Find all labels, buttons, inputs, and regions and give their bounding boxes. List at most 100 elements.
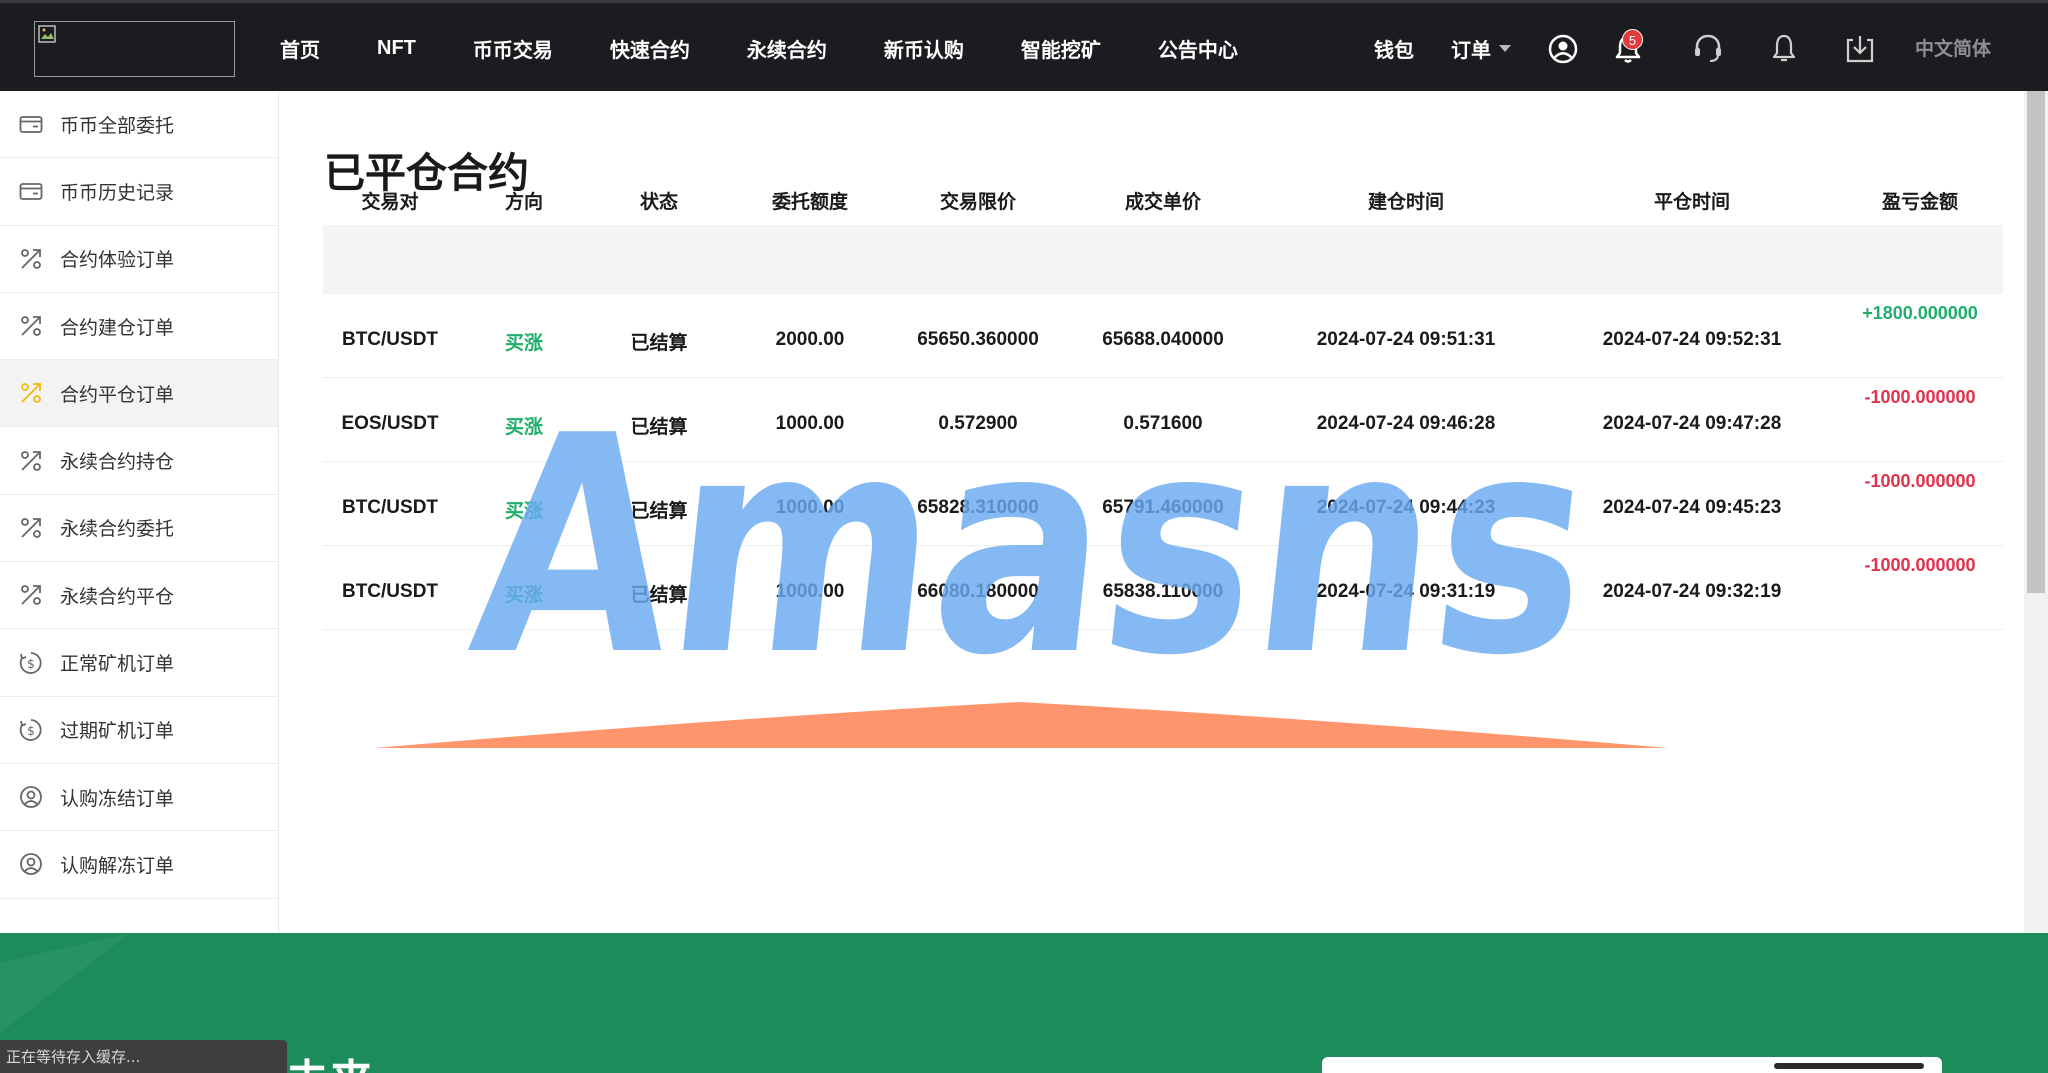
cell-status: 已结算 [630, 332, 688, 354]
percent-icon [21, 585, 41, 606]
sidebar-item-label: 合约体验订单 [60, 249, 175, 272]
sidebar-item-label: 合约建仓订单 [60, 316, 175, 339]
wallet-icon [19, 183, 43, 201]
cell-close-time: 2024-07-24 09:47:28 [1602, 413, 1782, 434]
status-text: 正在等待存入缓存... [6, 1048, 141, 1066]
sidebar-item-spot-history[interactable]: 币币历史记录 [0, 158, 278, 226]
sidebar-item-label: 合约平仓订单 [60, 383, 175, 406]
notification-count-badge: 5 [1622, 29, 1643, 50]
cell-status: 已结算 [630, 500, 688, 522]
svg-text:$: $ [27, 657, 35, 671]
cell-pair: BTC/USDT [341, 329, 439, 350]
nav-new-coin-subscription[interactable]: 新币认购 [884, 34, 964, 63]
customer-service-headset-icon[interactable] [1690, 31, 1726, 67]
dollar-cycle-icon: $ [19, 718, 42, 741]
cell-close-time: 2024-07-24 09:32:19 [1602, 581, 1782, 602]
cell-limit-price: 65650.360000 [917, 329, 1039, 350]
nav-announcements[interactable]: 公告中心 [1158, 34, 1238, 63]
sidebar-item-label: 永续合约平仓 [60, 585, 175, 608]
cell-close-time: 2024-07-24 09:45:23 [1602, 497, 1782, 518]
nav-quick-contract[interactable]: 快速合约 [610, 34, 690, 63]
main-nav: 首页 NFT 币币交易 快速合约 永续合约 新币认购 智能挖矿 公告中心 [280, 3, 1295, 94]
download-icon[interactable] [1842, 31, 1878, 67]
wallet-link[interactable]: 钱包 [1374, 3, 1414, 94]
column-header-limit-price: 交易限价 [939, 191, 1017, 213]
sidebar-item-label: 币币全部委托 [60, 114, 175, 137]
sidebar-item-subscription-unfrozen[interactable]: 认购解冻订单 [0, 831, 278, 899]
cell-limit-price: 66080.180000 [917, 581, 1039, 602]
cell-status: 已结算 [630, 584, 688, 606]
percent-icon [21, 383, 41, 404]
chevron-down-icon [1499, 45, 1511, 52]
sidebar-item-active-miner-orders[interactable]: $ 正常矿机订单 [0, 629, 278, 697]
cell-pnl: +1800.000000 [1862, 303, 1978, 323]
cell-amount: 2000.00 [775, 329, 845, 350]
cell-deal-price: 65791.460000 [1102, 497, 1224, 518]
sidebar-item-label: 认购解冻订单 [60, 854, 175, 877]
sidebar-item-label: 永续合约委托 [60, 518, 175, 541]
percent-icon [21, 450, 41, 471]
cell-open-time: 2024-07-24 09:44:23 [1316, 497, 1496, 518]
cell-direction: 买涨 [504, 332, 544, 354]
wallet-icon [19, 116, 43, 134]
cell-limit-price: 65828.310000 [917, 497, 1039, 518]
nav-smart-mining[interactable]: 智能挖矿 [1021, 34, 1101, 63]
user-profile-icon[interactable] [1545, 31, 1581, 67]
sidebar-item-perpetual-closed[interactable]: 永续合约平仓 [0, 562, 278, 630]
sidebar-item-contract-trial-orders[interactable]: 合约体验订单 [0, 226, 278, 293]
cell-deal-price: 0.571600 [1123, 413, 1203, 434]
footer-card [1322, 1057, 1942, 1073]
orders-sidebar: 币币全部委托 币币历史记录 合约体验订单 合约建仓订单 合约平仓订单 永续合约持… [0, 91, 279, 933]
alert-bell-icon[interactable] [1766, 31, 1802, 67]
cell-limit-price: 0.572900 [938, 413, 1018, 434]
cell-open-time: 2024-07-24 09:31:19 [1316, 581, 1496, 602]
cell-amount: 1000.00 [775, 581, 845, 602]
user-coin-icon [20, 786, 42, 809]
sidebar-item-label: 币币历史记录 [60, 181, 175, 204]
cell-pnl: -1000.000000 [1864, 555, 1976, 575]
nav-home[interactable]: 首页 [280, 34, 320, 63]
cell-amount: 1000.00 [775, 497, 845, 518]
cell-pair: BTC/USDT [341, 497, 439, 518]
column-header-open-time: 建仓时间 [1367, 191, 1445, 213]
cell-deal-price: 65688.040000 [1102, 329, 1224, 350]
site-logo[interactable] [34, 21, 235, 77]
orders-dropdown[interactable]: 订单 [1451, 3, 1511, 94]
sidebar-item-label: 永续合约持仓 [60, 451, 175, 474]
sidebar-item-contract-closed-orders[interactable]: 合约平仓订单 [0, 360, 278, 428]
browser-status-bar: 正在等待存入缓存... [0, 1040, 287, 1073]
cell-pair: BTC/USDT [341, 581, 439, 602]
sidebar-item-label: 认购冻结订单 [60, 787, 175, 810]
top-navigation-bar: 首页 NFT 币币交易 快速合约 永续合约 新币认购 智能挖矿 公告中心 钱包 … [0, 0, 2048, 91]
sidebar-item-subscription-frozen[interactable]: 认购冻结订单 [0, 764, 278, 832]
nav-spot-trading[interactable]: 币币交易 [473, 34, 553, 63]
column-header-amount: 委托额度 [771, 191, 849, 213]
cell-pair: EOS/USDT [341, 413, 439, 434]
nav-nft[interactable]: NFT [377, 37, 416, 60]
percent-icon [21, 316, 41, 336]
column-header-close-time: 平仓时间 [1653, 191, 1731, 213]
cell-direction: 买涨 [504, 584, 544, 606]
nav-perpetual-contract[interactable]: 永续合约 [747, 34, 827, 63]
table-header [323, 225, 2003, 294]
cell-amount: 1000.00 [775, 413, 845, 434]
cell-open-time: 2024-07-24 09:51:31 [1316, 329, 1496, 350]
percent-icon [21, 248, 41, 269]
column-header-pair: 交易对 [361, 191, 419, 213]
column-header-pnl: 盈亏金额 [1881, 191, 1959, 213]
sidebar-item-label: 正常矿机订单 [60, 653, 175, 676]
sidebar-item-perpetual-orders[interactable]: 永续合约委托 [0, 495, 278, 563]
page-scrollbar-thumb[interactable] [2027, 91, 2045, 593]
sidebar-item-contract-open-orders[interactable]: 合约建仓订单 [0, 293, 278, 361]
sidebar-item-spot-all-orders[interactable]: 币币全部委托 [0, 91, 278, 159]
page-title: 已平仓合约 [324, 149, 529, 197]
percent-icon [21, 518, 41, 538]
sidebar-item-expired-miner-orders[interactable]: $ 过期矿机订单 [0, 697, 278, 764]
svg-text:$: $ [27, 724, 35, 738]
dollar-cycle-icon: $ [19, 651, 42, 674]
sidebar-item-perpetual-positions[interactable]: 永续合约持仓 [0, 427, 278, 495]
cell-status: 已结算 [630, 416, 688, 438]
cell-deal-price: 65838.110000 [1102, 581, 1224, 602]
user-coin-icon [20, 853, 42, 876]
language-selector[interactable]: 中文简体 [1915, 34, 1991, 61]
